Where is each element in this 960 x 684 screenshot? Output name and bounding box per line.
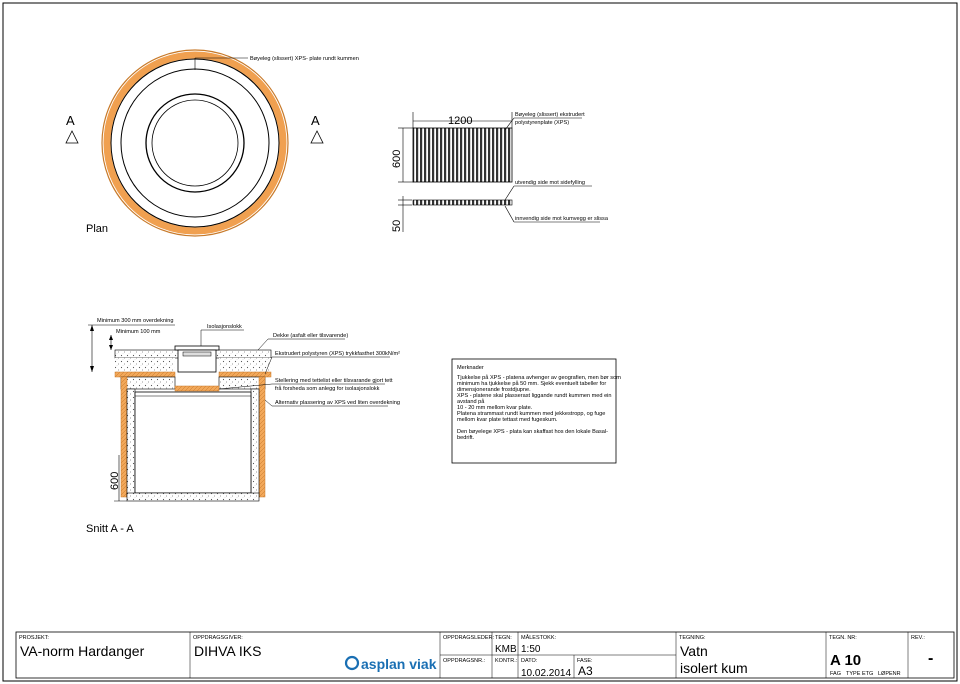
sheet-frame <box>2 2 958 682</box>
tegn-label: TEGN: <box>495 635 512 641</box>
section-fill-left <box>115 358 175 372</box>
slotted-plate-edge <box>412 199 513 206</box>
plan-view: Bøyeleg (slissert) XPS- plate rundt kumm… <box>65 49 359 237</box>
callout-xps: Ekstrudert polystyren (XPS) trykkfasthet… <box>275 351 400 357</box>
rev-value: - <box>928 650 933 667</box>
section-fill-right <box>219 358 271 372</box>
lopenr-label: LØPENR <box>878 671 901 677</box>
plate-detail: 1200 600 50 Bøyeleg (slissert) ekstruder… <box>391 112 609 232</box>
section-xps-vertical-left <box>120 376 128 498</box>
section-title: Snitt A - A <box>86 523 134 535</box>
callout-lid: Dekke (asfalt eller tilsvarende) <box>273 333 348 339</box>
prosjekt-label: PROSJEKT: <box>19 635 49 641</box>
plan-manhole-wall-outer <box>110 58 280 228</box>
tegning-line2: isolert kum <box>680 660 748 676</box>
callout-adjust-line1: Stellering med tettelist eller tilsvaran… <box>275 378 393 384</box>
logo-text: asplan viak <box>361 656 437 672</box>
title-block: PROSJEKT: VA-norm Hardanger OPPDRAGSGIVE… <box>15 631 955 679</box>
plan-callout-ring: Bøyeleg (slissert) XPS- plate rundt kumm… <box>250 56 359 62</box>
oppdragsleder-label: OPPDRAGSLEDER: <box>443 635 495 641</box>
plan-insulation-ring <box>103 51 287 235</box>
section-top-slab-left <box>120 376 176 390</box>
oppdragsgiver-label: OPPDRAGSGIVER: <box>193 635 243 641</box>
dato-value: 10.02.2014 <box>521 668 571 679</box>
section-cover-lid <box>182 351 212 357</box>
type-label: TYPE <box>846 671 861 677</box>
section-xps-horizontal-right <box>218 371 272 378</box>
malestokk-label: MÅLESTOKK: <box>521 634 557 641</box>
callout-min100: Minimum 100 mm <box>116 329 161 335</box>
section-marker-right-arrow <box>310 130 324 144</box>
rev-label: REV.: <box>911 635 925 641</box>
section-top-slab-right <box>218 376 266 390</box>
section-cover-frame <box>174 345 220 351</box>
section-manhole-interior <box>134 391 252 494</box>
notes-line: bedrift. <box>457 435 475 441</box>
callout-inner: innvendig side mot kumvegg er slissa <box>515 216 609 222</box>
notes-line: Den bøyelege XPS - plata kan skaffast ho… <box>457 429 608 435</box>
dato-label: DATO: <box>521 658 538 664</box>
drawing-sheet: Bøyeleg (slissert) XPS- plate rundt kumm… <box>2 2 958 682</box>
tegning-label: TEGNING: <box>679 635 706 641</box>
callout-alt: Alternativ plassering av XPS ved liten o… <box>275 400 400 406</box>
oppdragsnr-label: OPPDRAGSNR.: <box>443 658 486 664</box>
dim-thickness-label: 50 <box>391 220 403 232</box>
plan-cover-inner <box>151 99 239 187</box>
oppdragsgiver-value: DIHVA IKS <box>194 643 261 659</box>
notes-line: Tjukkelse på XPS - platena avhenger av g… <box>457 374 621 381</box>
section-marker-left-label: A <box>66 113 75 128</box>
prosjekt-value: VA-norm Hardanger <box>20 643 145 659</box>
etg-label: ETG <box>862 671 873 677</box>
fag-label: FAG <box>830 671 841 677</box>
notes-line: avstand på <box>457 398 485 405</box>
section-base-slab <box>126 492 260 502</box>
section-xps-horizontal-left <box>114 371 176 378</box>
section-wall-left <box>126 388 136 498</box>
dim-depth-label: 600 <box>109 472 121 490</box>
tegn-nr-value: A 10 <box>830 652 861 669</box>
plan-manhole-wall-inner <box>120 68 270 218</box>
section-marker-right-label: A <box>311 113 320 128</box>
tegn-nr-label: TEGN. NR: <box>829 635 857 641</box>
callout-plate-line2: polystyrenplate (XPS) <box>515 120 569 126</box>
section-xps-vertical-right <box>258 376 266 498</box>
callout-adjust-line2: frå forsheda som anlegg for isolasjonslo… <box>275 385 380 392</box>
callout-isolation: Isolasjonslokk <box>207 324 242 330</box>
malestokk-value: 1:50 <box>521 644 541 655</box>
slotted-plate-elevation <box>412 127 513 183</box>
callout-plate-line1: Bøyeleg (slissert) ekstrudert <box>515 112 585 118</box>
plan-title: Plan <box>86 223 108 235</box>
section-view: Minimum 300 mm overdekning Minimum 100 m… <box>86 318 400 535</box>
section-wall-right <box>250 388 260 498</box>
tegning-line1: Vatn <box>680 643 708 659</box>
tegn-value: KMB <box>495 644 517 655</box>
section-isolation-lid <box>174 385 220 392</box>
notes-line: mellom kvar plate tettast med fugeskum. <box>457 417 558 423</box>
notes-heading: Merknader <box>457 365 484 371</box>
dim-height-label: 600 <box>391 150 403 168</box>
kontr-label: KONTR.: <box>495 658 518 664</box>
plan-outer-ring <box>101 49 289 237</box>
fase-value: A3 <box>578 664 593 678</box>
section-marker-left-arrow <box>65 130 79 144</box>
callout-outer: utvendig side mot sidefylling <box>515 180 585 186</box>
plan-cover-outer <box>145 93 245 193</box>
notes-box: Merknader Tjukkelse på XPS - platena avh… <box>451 358 621 464</box>
dim-width-label: 1200 <box>448 115 472 127</box>
notes-line: minimum ha tjukkelse på 50 mm. Sjekk eve… <box>457 380 606 387</box>
callout-min300: Minimum 300 mm overdekning <box>97 318 173 324</box>
